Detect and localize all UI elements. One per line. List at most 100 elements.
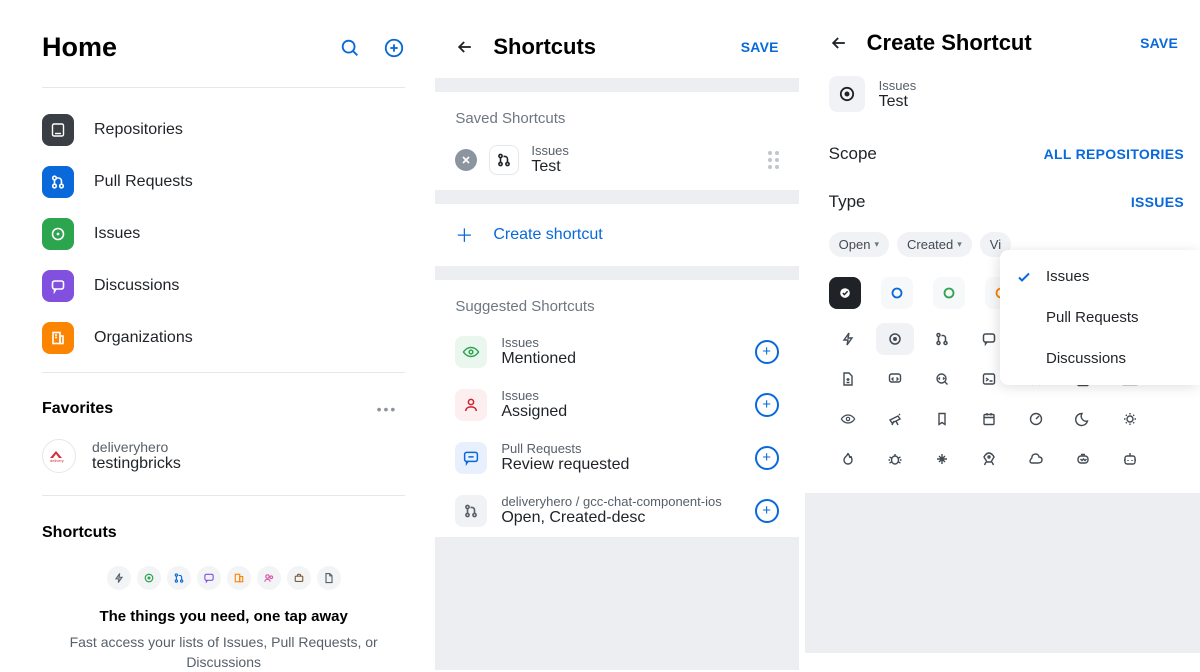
moon-icon[interactable] [1064, 403, 1102, 435]
nav-discussions[interactable]: Discussions [42, 260, 405, 312]
people-icon [257, 566, 281, 590]
scope-row[interactable]: Scope ALL REPOSITORIES [825, 130, 1188, 178]
color-black[interactable] [829, 277, 861, 309]
squirrel-icon[interactable] [1017, 443, 1055, 475]
suggested-category: Issues [501, 388, 740, 403]
file-diff-icon[interactable] [829, 363, 867, 395]
rocket-icon[interactable] [970, 443, 1008, 475]
nav-label: Discussions [94, 277, 179, 295]
home-title: Home [42, 32, 339, 63]
type-row[interactable]: Type ISSUES [825, 178, 1188, 226]
suggested-shortcut-assigned[interactable]: Issues Assigned + [435, 378, 798, 431]
dropdown-label: Pull Requests [1046, 309, 1139, 326]
svg-text:delivery: delivery [50, 458, 64, 463]
bolt-icon[interactable] [829, 323, 867, 355]
bolt-icon [107, 566, 131, 590]
check-icon [1016, 269, 1034, 285]
dropdown-option-discussions[interactable]: Discussions [1000, 338, 1200, 379]
home-panel: Home Repositories Pull Requests [0, 0, 429, 670]
scope-value: ALL REPOSITORIES [1044, 146, 1184, 162]
review-icon [455, 442, 487, 474]
suggested-name: Open, Created-desc [501, 509, 740, 527]
nav-label: Repositories [94, 121, 183, 139]
saved-shortcut-row[interactable]: Issues Test [435, 137, 798, 190]
suggested-shortcut-mentioned[interactable]: Issues Mentioned + [435, 325, 798, 378]
color-green[interactable] [933, 277, 965, 309]
issue-icon [42, 218, 74, 250]
flame-icon[interactable] [829, 443, 867, 475]
back-icon[interactable] [455, 37, 479, 57]
telescope-icon[interactable] [876, 403, 914, 435]
favorite-owner: deliveryhero [92, 439, 181, 455]
hubot-icon[interactable] [1064, 443, 1102, 475]
shortcuts-title: Shortcuts [42, 512, 405, 566]
save-button[interactable]: SAVE [1140, 35, 1178, 51]
save-button[interactable]: SAVE [741, 39, 779, 55]
color-blue[interactable] [881, 277, 913, 309]
back-icon[interactable] [829, 33, 853, 53]
shortcuts-headline: The things you need, one tap away [42, 608, 405, 633]
favorite-repo[interactable]: delivery deliveryhero testingbricks [42, 433, 405, 487]
dropdown-option-issues[interactable]: Issues [1000, 256, 1200, 297]
code-review-icon[interactable] [876, 363, 914, 395]
favorites-title: Favorites [42, 400, 369, 418]
comment-icon [197, 566, 221, 590]
delete-icon[interactable] [455, 149, 477, 171]
add-icon[interactable]: + [755, 499, 779, 523]
pull-request-icon[interactable] [923, 323, 961, 355]
suggested-shortcut-repo[interactable]: deliveryhero / gcc-chat-component-ios Op… [435, 484, 798, 537]
org-logo-icon: delivery [42, 439, 76, 473]
chip-open[interactable]: Open▾ [829, 232, 889, 257]
add-icon[interactable]: + [755, 340, 779, 364]
type-dropdown: Issues Pull Requests Discussions [1000, 250, 1200, 385]
favorites-header: Favorites ••• [42, 389, 405, 433]
suggested-category: deliveryhero / gcc-chat-component-ios [501, 494, 740, 509]
dropdown-option-pull-requests[interactable]: Pull Requests [1000, 297, 1200, 338]
empty-area [805, 493, 1200, 653]
suggested-shortcut-review[interactable]: Pull Requests Review requested + [435, 431, 798, 484]
add-icon[interactable]: + [755, 446, 779, 470]
nav-organizations[interactable]: Organizations [42, 312, 405, 364]
nav-label: Issues [94, 225, 140, 243]
meter-icon[interactable] [1017, 403, 1055, 435]
bug-icon[interactable] [876, 443, 914, 475]
person-icon [455, 389, 487, 421]
primary-nav: Repositories Pull Requests Issues Discus… [42, 104, 405, 364]
pull-request-icon [455, 495, 487, 527]
file-icon [317, 566, 341, 590]
search-icon[interactable] [339, 37, 361, 59]
issue-icon[interactable] [876, 323, 914, 355]
shortcut-icons-row [42, 566, 405, 608]
sparkle-icon[interactable] [923, 443, 961, 475]
scope-label: Scope [829, 144, 877, 164]
organizations-icon [42, 322, 74, 354]
type-label: Type [829, 192, 866, 212]
create-shortcut-button[interactable]: ＋ Create shortcut [435, 204, 798, 266]
dependabot-icon[interactable] [1111, 443, 1149, 475]
chip-created[interactable]: Created▾ [897, 232, 972, 257]
add-circle-icon[interactable] [383, 37, 405, 59]
more-icon[interactable]: ••• [369, 397, 406, 421]
pull-request-icon [489, 145, 519, 175]
calendar-icon[interactable] [970, 403, 1008, 435]
nav-repositories[interactable]: Repositories [42, 104, 405, 156]
dropdown-label: Discussions [1046, 350, 1126, 367]
code-search-icon[interactable] [923, 363, 961, 395]
nav-label: Organizations [94, 329, 193, 347]
create-shortcut-panel: Create Shortcut SAVE Issues Test Scope A… [805, 0, 1200, 670]
bookmark-icon[interactable] [923, 403, 961, 435]
saved-category: Issues [531, 143, 755, 158]
dropdown-label: Issues [1046, 268, 1089, 285]
shortcuts-panel: Shortcuts SAVE Saved Shortcuts Issues Te… [429, 0, 804, 670]
nav-issues[interactable]: Issues [42, 208, 405, 260]
eye-icon[interactable] [829, 403, 867, 435]
add-icon[interactable]: + [755, 393, 779, 417]
home-header: Home [42, 0, 405, 79]
sun-icon[interactable] [1111, 403, 1149, 435]
nav-pull-requests[interactable]: Pull Requests [42, 156, 405, 208]
suggested-name: Assigned [501, 403, 740, 421]
chevron-down-icon: ▾ [874, 239, 879, 250]
chevron-down-icon: ▾ [957, 239, 962, 250]
repo-icon [42, 114, 74, 146]
drag-handle-icon[interactable] [768, 151, 779, 169]
